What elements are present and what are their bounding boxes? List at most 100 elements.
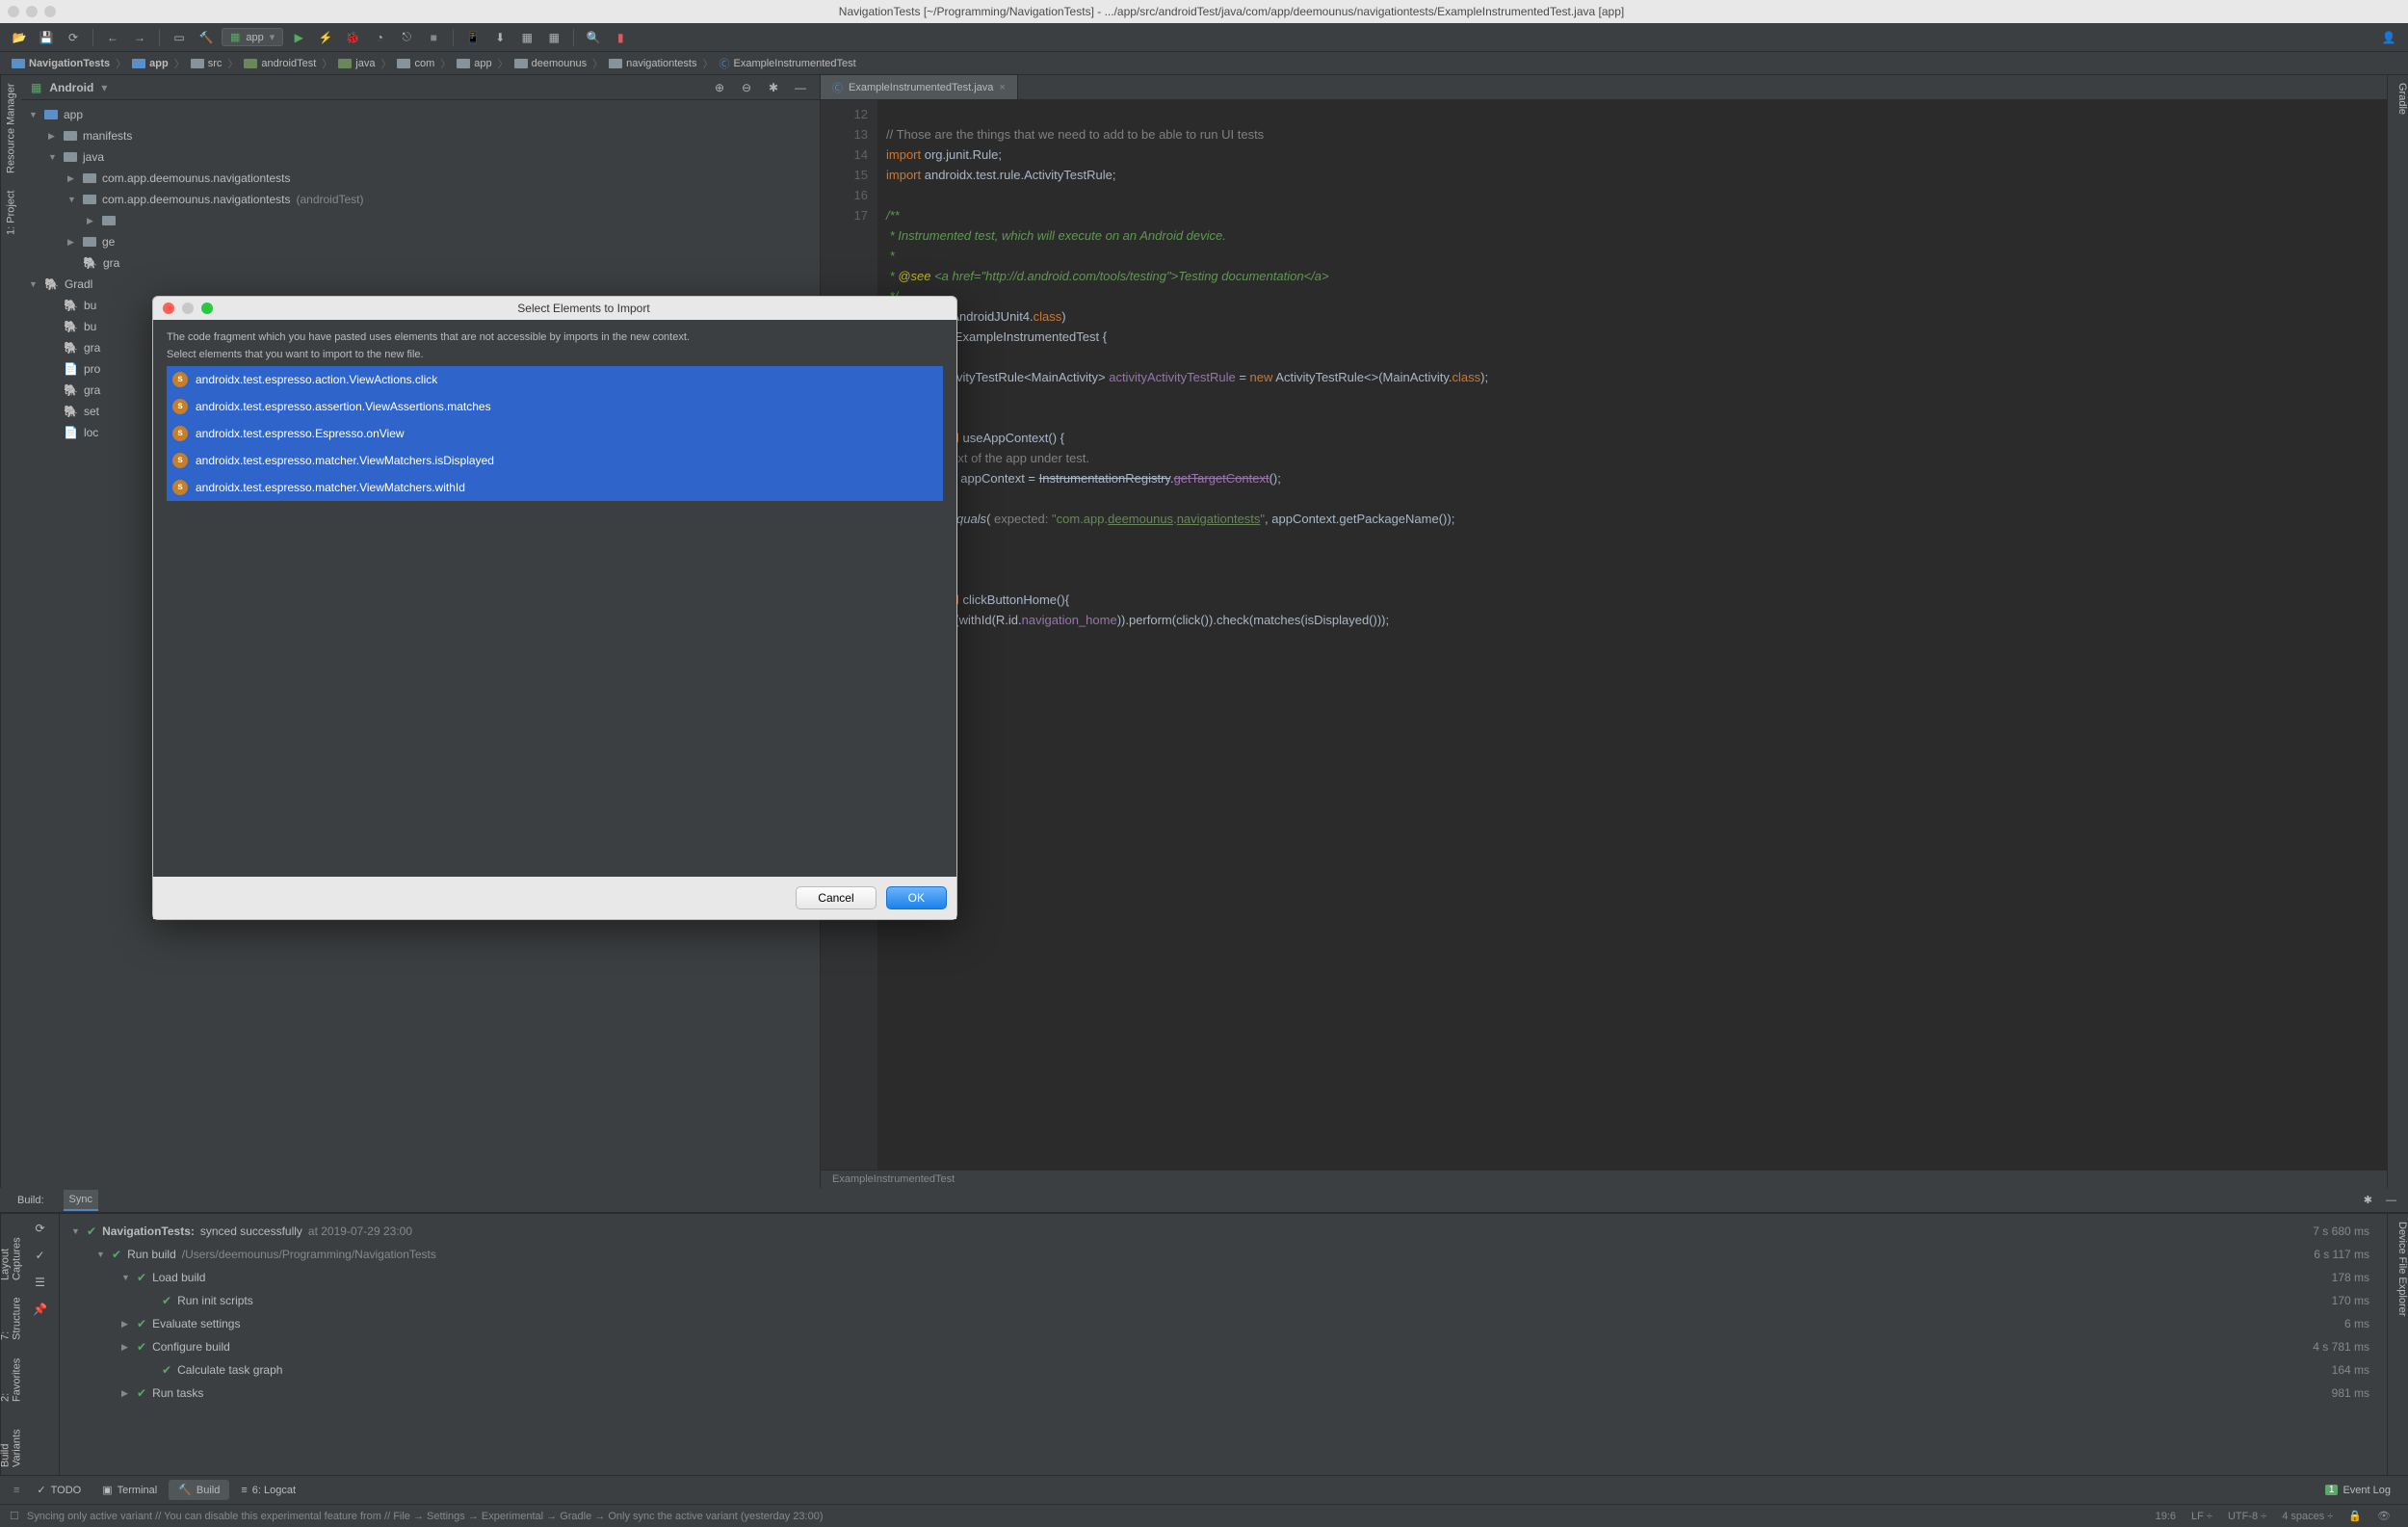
- import-list[interactable]: sandroidx.test.espresso.action.ViewActio…: [167, 366, 943, 501]
- import-item[interactable]: sandroidx.test.espresso.Espresso.onView: [167, 420, 943, 447]
- collapse-icon[interactable]: ⊖: [737, 81, 756, 94]
- hammer-icon[interactable]: 🔨: [195, 27, 218, 48]
- status-indent[interactable]: 4 spaces ÷: [2274, 1511, 2341, 1522]
- tree-item[interactable]: ▼java: [21, 146, 820, 168]
- tree-item[interactable]: ▶: [21, 210, 820, 231]
- build-row[interactable]: ▶✔Evaluate settings6 ms: [60, 1312, 2387, 1335]
- import-item[interactable]: sandroidx.test.espresso.matcher.ViewMatc…: [167, 447, 943, 474]
- tree-item[interactable]: ▼com.app.deemounus.navigationtests (andr…: [21, 189, 820, 210]
- build-pin-icon[interactable]: 📌: [33, 1303, 47, 1316]
- traffic-min[interactable]: [26, 6, 38, 17]
- profiler-icon[interactable]: ◔: [368, 27, 391, 48]
- tab-terminal[interactable]: ▣ Terminal: [92, 1480, 167, 1500]
- rail-favorites[interactable]: 2: Favorites: [0, 1357, 23, 1401]
- bc-androidtest[interactable]: androidTest: [242, 58, 318, 69]
- bc-app2[interactable]: app: [455, 58, 493, 69]
- import-item[interactable]: sandroidx.test.espresso.assertion.ViewAs…: [167, 393, 943, 420]
- build-tab-sync[interactable]: Sync: [64, 1190, 98, 1211]
- tree-item[interactable]: ▶com.app.deemounus.navigationtests: [21, 168, 820, 189]
- build-row[interactable]: ▼✔Run build /Users/deemounus/Programming…: [60, 1243, 2387, 1266]
- import-item[interactable]: sandroidx.test.espresso.action.ViewActio…: [167, 366, 943, 393]
- tab-eventlog[interactable]: 1 Event Log: [2316, 1481, 2400, 1500]
- close-tab-icon[interactable]: ×: [999, 82, 1005, 93]
- forward-icon[interactable]: →: [128, 27, 151, 48]
- dialog-close-icon[interactable]: [163, 303, 174, 314]
- search-icon[interactable]: 🔍: [582, 27, 605, 48]
- dialog-max-icon[interactable]: [201, 303, 213, 314]
- tree-item[interactable]: ▶manifests: [21, 125, 820, 146]
- tab-logcat[interactable]: ≡ 6: Logcat: [231, 1481, 305, 1500]
- tab-build[interactable]: 🔨 Build: [169, 1480, 229, 1500]
- status-caret-pos[interactable]: 19:6: [2148, 1511, 2184, 1522]
- stop-icon[interactable]: ■: [422, 27, 445, 48]
- tree-item[interactable]: ▶ge: [21, 231, 820, 252]
- cancel-button[interactable]: Cancel: [796, 886, 876, 909]
- run-icon[interactable]: ▶: [287, 27, 310, 48]
- add-icon[interactable]: ⊕: [710, 81, 729, 94]
- left-tool-rail: 1: Project Resource Manager: [0, 75, 21, 1188]
- editor: Ⓒ ExampleInstrumentedTest.java × 1213141…: [821, 75, 2387, 1188]
- sdk-icon[interactable]: ⬇: [488, 27, 511, 48]
- rail-structure[interactable]: 7: Structure: [0, 1298, 23, 1341]
- attach-icon[interactable]: ⎋: [395, 27, 418, 48]
- build-output-tree[interactable]: ▼✔NavigationTests: synced successfully a…: [60, 1214, 2387, 1475]
- build-row[interactable]: ▼✔Load build178 ms: [60, 1266, 2387, 1289]
- status-lock-icon[interactable]: 🔒: [2341, 1510, 2369, 1522]
- rail-gradle[interactable]: Gradle: [2388, 83, 2408, 115]
- open-icon[interactable]: 📂: [8, 27, 31, 48]
- build-settings-icon[interactable]: ✱: [2364, 1194, 2372, 1206]
- settings-icon[interactable]: ✱: [764, 81, 783, 94]
- tab-todo[interactable]: ✓ TODO: [27, 1480, 91, 1500]
- device-icon[interactable]: ▮: [609, 27, 632, 48]
- bc-root[interactable]: NavigationTests: [10, 58, 112, 69]
- build-toggle-icon[interactable]: ✓: [35, 1249, 44, 1262]
- tree-item[interactable]: 🐘gra: [21, 252, 820, 274]
- build-row[interactable]: ✔Calculate task graph164 ms: [60, 1358, 2387, 1382]
- editor-tab[interactable]: Ⓒ ExampleInstrumentedTest.java ×: [821, 75, 1018, 99]
- tool2-icon[interactable]: ▦: [542, 27, 565, 48]
- save-icon[interactable]: 💾: [35, 27, 58, 48]
- build-restart-icon[interactable]: ⟳: [35, 1222, 44, 1235]
- tree-item[interactable]: ▼app: [21, 104, 820, 125]
- bc-java[interactable]: java: [336, 58, 377, 69]
- build-row[interactable]: ✔Run init scripts170 ms: [60, 1289, 2387, 1312]
- status-inspect-icon[interactable]: 👁: [2369, 1510, 2398, 1522]
- rail-project[interactable]: 1: Project: [6, 191, 17, 235]
- hide-icon[interactable]: —: [791, 81, 810, 94]
- tree-item[interactable]: ▼🐘Gradl: [21, 274, 820, 295]
- build-row[interactable]: ▶✔Configure build4 s 781 ms: [60, 1335, 2387, 1358]
- status-line-sep[interactable]: LF ÷: [2184, 1511, 2220, 1522]
- build-hide-icon[interactable]: —: [2386, 1195, 2396, 1206]
- apply-changes-icon[interactable]: ⚡: [314, 27, 337, 48]
- bc-app[interactable]: app: [130, 58, 170, 69]
- bc-deemounus[interactable]: deemounus: [512, 58, 589, 69]
- bc-class[interactable]: ⒸExampleInstrumentedTest: [717, 56, 857, 71]
- traffic-max[interactable]: [44, 6, 56, 17]
- bc-navtests[interactable]: navigationtests: [607, 58, 698, 69]
- editor-breadcrumb[interactable]: ExampleInstrumentedTest: [821, 1170, 2387, 1188]
- debug-icon[interactable]: 🐞: [341, 27, 364, 48]
- build-row[interactable]: ▼✔NavigationTests: synced successfully a…: [60, 1220, 2387, 1243]
- rail-build-variants[interactable]: Build Variants: [0, 1419, 23, 1467]
- tool-icon[interactable]: ▦: [515, 27, 538, 48]
- import-item[interactable]: sandroidx.test.espresso.matcher.ViewMatc…: [167, 474, 943, 501]
- run-config-selector[interactable]: ▦ app ▾: [222, 28, 283, 46]
- bc-src[interactable]: src: [189, 58, 224, 69]
- project-view-selector[interactable]: Android: [49, 81, 93, 94]
- ok-button[interactable]: OK: [886, 886, 947, 909]
- code-content[interactable]: // Those are the things that we need to …: [878, 100, 2387, 1170]
- rail-layout-captures[interactable]: Layout Captures: [0, 1222, 23, 1280]
- back-icon[interactable]: ←: [101, 27, 124, 48]
- rail-device-explorer[interactable]: Device File Explorer: [2388, 1222, 2408, 1316]
- build-row[interactable]: ▶✔Run tasks981 ms: [60, 1382, 2387, 1405]
- avd-icon[interactable]: 📱: [461, 27, 484, 48]
- status-encoding[interactable]: UTF-8 ÷: [2220, 1511, 2274, 1522]
- bc-com[interactable]: com: [395, 58, 436, 69]
- build-filter-icon[interactable]: ☰: [35, 1276, 45, 1289]
- box-icon[interactable]: ▭: [168, 27, 191, 48]
- sync-icon[interactable]: ⟳: [62, 27, 85, 48]
- traffic-close[interactable]: [8, 6, 19, 17]
- build-tab-build[interactable]: Build:: [12, 1191, 50, 1210]
- user-icon[interactable]: 👤: [2377, 27, 2400, 48]
- rail-resource-mgr[interactable]: Resource Manager: [6, 83, 17, 173]
